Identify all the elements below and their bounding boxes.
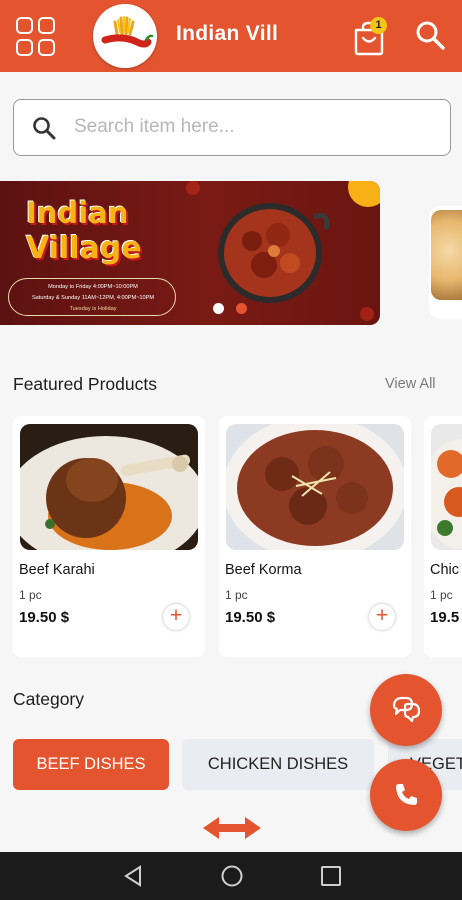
product-name: Beef Karahi xyxy=(19,562,95,578)
category-title: Category xyxy=(13,689,85,709)
chat-button[interactable] xyxy=(370,674,442,746)
back-icon[interactable] xyxy=(122,864,144,888)
product-price: 19.5 xyxy=(430,609,460,626)
product-card[interactable]: Chic 1 pc 19.5 xyxy=(424,416,462,657)
product-price: 19.50 $ xyxy=(19,609,70,626)
phone-icon xyxy=(396,784,417,805)
search-field-icon xyxy=(33,117,56,140)
home-icon[interactable] xyxy=(220,864,244,888)
category-chip-chicken-dishes[interactable]: CHICKEN DISHES xyxy=(182,739,374,790)
app-title: Indian Vill xyxy=(176,22,279,45)
karahi-dish-image xyxy=(218,203,330,303)
pagination-dot[interactable] xyxy=(236,303,247,314)
paw-decoration xyxy=(186,181,200,195)
next-banner-peek[interactable] xyxy=(429,206,462,319)
hours-holiday: Tuesday is Holiday xyxy=(69,306,117,312)
opening-hours: Monday to Friday 4:00PM~10:00PM Saturday… xyxy=(8,278,176,316)
restaurant-logo[interactable] xyxy=(93,4,157,68)
product-unit: 1 pc xyxy=(430,588,453,602)
product-image-beef-karahi xyxy=(20,424,198,550)
hours-weekend: Saturday & Sunday 11AM~12PM, 4:00PM~10PM xyxy=(31,295,155,301)
category-chip-beef-dishes[interactable]: BEEF DISHES xyxy=(13,739,169,790)
product-unit: 1 pc xyxy=(225,588,248,602)
product-card[interactable]: Beef Korma 1 pc 19.50 $ + xyxy=(219,416,411,657)
featured-products-title: Featured Products xyxy=(13,374,157,394)
banner-title-line1: Indian xyxy=(26,196,129,230)
app-bar: Indian Vill 1 xyxy=(0,0,462,72)
product-name: Chic xyxy=(430,562,460,578)
promo-banner[interactable]: Indian Village Monday to Friday 4:00PM~1… xyxy=(0,181,380,325)
product-price: 19.50 $ xyxy=(225,609,276,626)
cart-count-badge: 1 xyxy=(370,17,387,34)
call-button[interactable] xyxy=(370,759,442,831)
search-input[interactable] xyxy=(74,111,434,143)
product-image-beef-korma xyxy=(226,424,404,550)
hours-weekday: Monday to Friday 4:00PM~10:00PM xyxy=(48,284,138,290)
paw-decoration xyxy=(360,307,374,321)
decorative-circle xyxy=(348,181,380,207)
add-to-cart-button[interactable]: + xyxy=(163,604,189,630)
search-icon[interactable] xyxy=(414,19,448,53)
recents-icon[interactable] xyxy=(319,864,343,888)
search-bar[interactable] xyxy=(13,99,451,156)
pagination-dot-active[interactable] xyxy=(213,303,224,314)
system-nav-bar xyxy=(0,852,462,900)
banner-title-line2: Village xyxy=(26,231,142,266)
product-image-chicken xyxy=(431,424,462,550)
product-card[interactable]: Beef Karahi 1 pc 19.50 $ + xyxy=(13,416,205,657)
add-to-cart-button[interactable]: + xyxy=(369,604,395,630)
double-arrow-icon[interactable] xyxy=(199,814,265,842)
product-name: Beef Korma xyxy=(225,562,302,578)
product-unit: 1 pc xyxy=(19,588,42,602)
chat-icon xyxy=(392,696,421,723)
grid-menu-icon[interactable] xyxy=(16,17,56,57)
view-all-link[interactable]: View All xyxy=(385,376,436,392)
